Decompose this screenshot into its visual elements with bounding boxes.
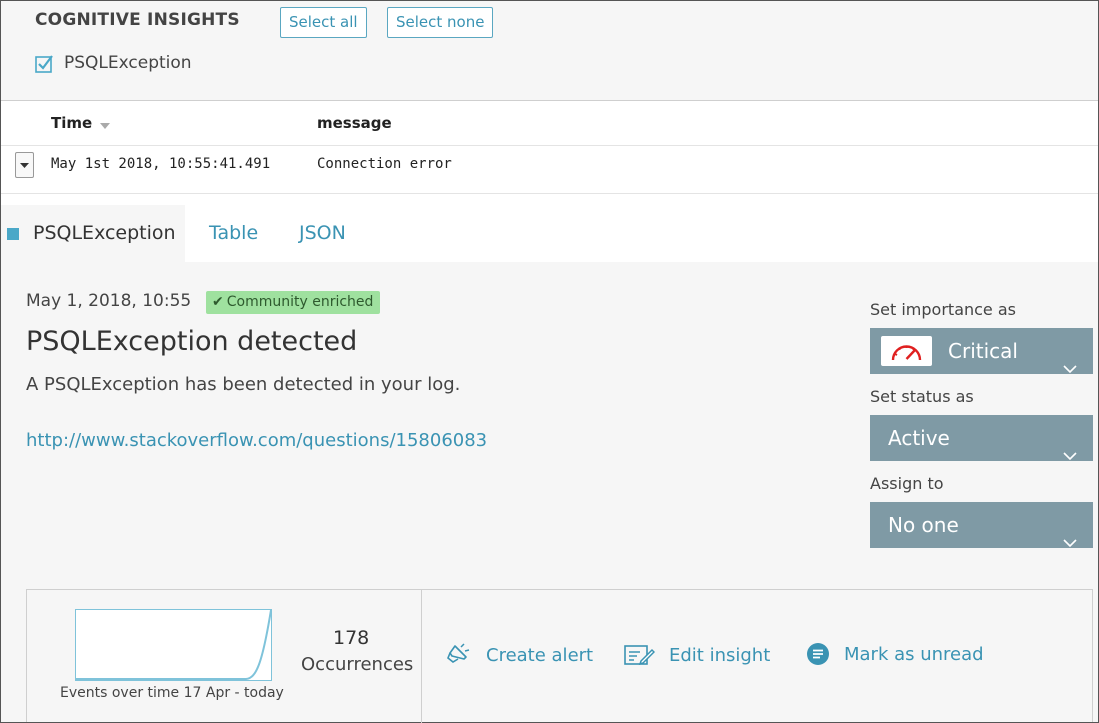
speedometer-icon	[881, 336, 932, 366]
stats-box: Events over time 17 Apr - today 178 Occu…	[26, 589, 1093, 723]
create-alert-button[interactable]: Create alert	[446, 642, 593, 668]
status-label: Set status as	[870, 387, 974, 406]
column-header-time[interactable]: Time	[51, 114, 111, 133]
insight-panel: May 1, 2018, 10:55 ✔ Community enriched P…	[1, 262, 1098, 723]
status-value: Active	[888, 426, 950, 450]
unread-circle-icon	[807, 643, 829, 665]
row-expand-button[interactable]	[15, 152, 34, 178]
insight-title: PSQLException detected	[26, 326, 358, 357]
assign-value: No one	[888, 513, 959, 537]
insights-header: COGNITIVE INSIGHTS Select all Select non…	[1, 1, 1098, 101]
log-row-message: Connection error	[317, 156, 452, 172]
importance-value: Critical	[948, 339, 1018, 363]
assign-label: Assign to	[870, 474, 944, 493]
checkbox-checked-icon[interactable]	[35, 54, 54, 73]
status-badge: ✔ Community enriched	[206, 291, 381, 314]
events-sparkline	[75, 609, 272, 681]
column-header-message: message	[317, 114, 392, 132]
select-none-button[interactable]: Select none	[387, 7, 494, 38]
status-select[interactable]: Active	[870, 415, 1093, 461]
divider	[421, 590, 422, 723]
insight-description: A PSQLException has been detected in you…	[26, 374, 461, 395]
log-row-time: May 1st 2018, 10:55:41.491	[51, 156, 271, 172]
chevron-down-icon	[1063, 518, 1077, 564]
tab-marker-icon	[7, 228, 19, 240]
importance-label: Set importance as	[870, 300, 1016, 319]
filter-checkbox-row[interactable]: PSQLException	[35, 53, 192, 73]
edit-note-icon	[624, 645, 655, 666]
importance-select[interactable]: Critical	[870, 328, 1093, 374]
select-all-button[interactable]: Select all	[280, 7, 367, 38]
occurrences-count: 178	[333, 627, 370, 649]
detail-tabs: PSQLException Table JSON	[1, 194, 1098, 262]
sort-desc-icon[interactable]	[100, 115, 111, 133]
bell-icon	[447, 643, 470, 663]
chevron-down-icon	[1063, 344, 1077, 390]
mark-unread-button[interactable]: Mark as unread	[806, 642, 984, 666]
tab-table[interactable]: Table	[209, 205, 258, 262]
check-icon: ✔	[212, 294, 224, 310]
tab-psqlexception[interactable]: PSQLException	[1, 205, 185, 262]
occurrences-label: Occurrences	[301, 654, 414, 675]
assign-select[interactable]: No one	[870, 502, 1093, 548]
insight-date: May 1, 2018, 10:55	[26, 291, 192, 311]
caret-down-icon	[20, 163, 29, 168]
divider	[1, 145, 1098, 146]
sparkline-caption: Events over time 17 Apr - today	[60, 685, 284, 701]
filter-label: PSQLException	[64, 53, 192, 73]
chevron-down-icon	[1063, 431, 1077, 477]
page-title: COGNITIVE INSIGHTS	[35, 10, 240, 30]
edit-insight-button[interactable]: Edit insight	[623, 642, 770, 668]
tab-json[interactable]: JSON	[299, 205, 346, 262]
reference-link[interactable]: http://www.stackoverflow.com/questions/1…	[26, 430, 487, 451]
